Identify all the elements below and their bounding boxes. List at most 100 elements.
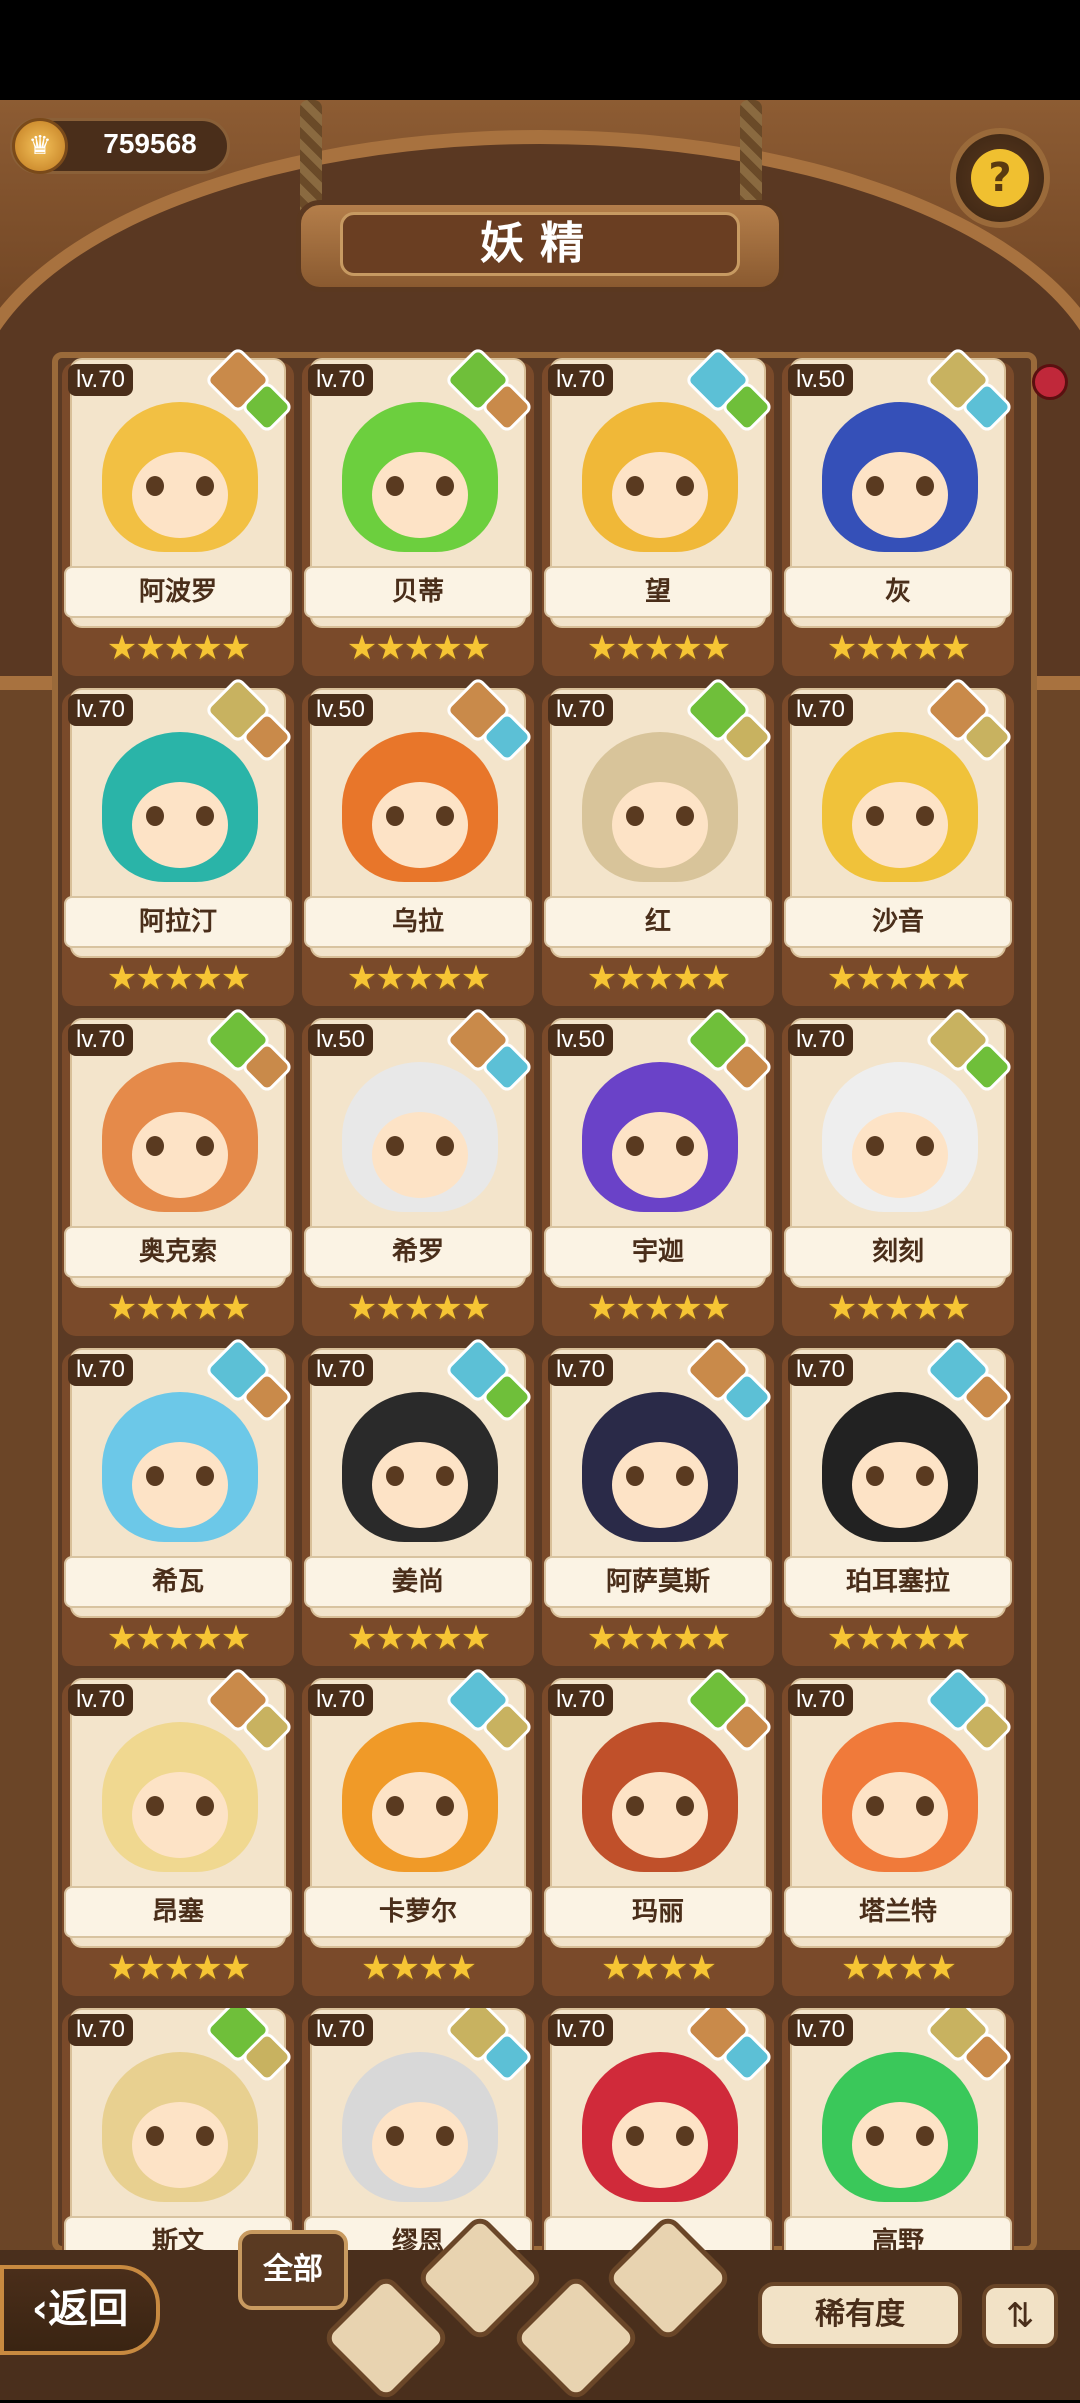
fairy-name: 阿拉汀 [64,896,292,948]
fairy-portrait [342,2052,498,2202]
fairy-eyes [386,1466,454,1486]
fairy-name: 宇迦 [544,1226,772,1278]
fairy-card[interactable]: lv.50 乌拉 ★★★★★ [302,676,534,1006]
fairy-name: 乌拉 [304,896,532,948]
status-bar-area [0,0,1080,100]
fairy-name: 红 [544,896,772,948]
fairy-eyes [866,806,934,826]
level-badge: lv.70 [548,2014,613,2046]
star-rating: ★★★★★ [826,958,971,998]
level-badge: lv.70 [788,2014,853,2046]
fairy-eyes [146,1466,214,1486]
fairy-card[interactable]: lv.70 玛丽 ★★★★ [542,1666,774,1996]
level-badge: lv.70 [788,1684,853,1716]
star-rating: ★★★★★ [826,1288,971,1328]
fairy-portrait [102,2052,258,2202]
fairy-card[interactable]: lv.70 卡萝尔 ★★★★ [302,1666,534,1996]
fairy-card[interactable]: lv.70 阿拉汀 ★★★★★ [62,676,294,1006]
fairy-eyes [386,1796,454,1816]
level-badge: lv.70 [788,694,853,726]
fairy-name: 珀耳塞拉 [784,1556,1012,1608]
fairy-portrait [342,732,498,882]
ladybug-badge-icon[interactable] [1032,364,1068,400]
fairy-eyes [146,1796,214,1816]
fairy-card[interactable]: lv.70 阿萨莫斯 ★★★★★ [542,1336,774,1666]
fairy-portrait [822,1722,978,1872]
fairy-portrait [102,1062,258,1212]
fairy-card[interactable]: lv.70多 [542,2008,774,2250]
fairy-name: 希罗 [304,1226,532,1278]
fairy-portrait [582,402,738,552]
fairy-card[interactable]: lv.70 望 ★★★★★ [542,346,774,676]
fairy-eyes [866,2126,934,2146]
fairy-card[interactable]: lv.70 斯文 [62,2008,294,2250]
fairy-card[interactable]: lv.70 奥克索 ★★★★★ [62,1006,294,1336]
fairy-card[interactable]: lv.70 高野 [782,2008,1014,2250]
level-badge: lv.70 [68,1684,133,1716]
fairy-portrait [822,1062,978,1212]
fairy-portrait [822,402,978,552]
fairy-name: 灰 [784,566,1012,618]
back-label: 返回 [48,2286,129,2332]
fairy-portrait [582,1722,738,1872]
rarity-sort-button[interactable]: 稀有度 [758,2282,962,2348]
fairy-portrait [582,1062,738,1212]
fairy-portrait [102,1722,258,1872]
level-badge: lv.70 [548,1684,613,1716]
page-title: 妖精 [340,212,740,276]
star-rating: ★★★★ [841,1948,957,1988]
fairy-card[interactable]: lv.70 沙音 ★★★★★ [782,676,1014,1006]
fairy-card[interactable]: lv.50 希罗 ★★★★★ [302,1006,534,1336]
fairy-eyes [386,2126,454,2146]
fairy-eyes [386,806,454,826]
fairy-name: 刻刻 [784,1226,1012,1278]
fairy-portrait [342,1392,498,1542]
star-rating: ★★★★★ [586,1618,731,1658]
fairy-card[interactable]: lv.70 珀耳塞拉 ★★★★★ [782,1336,1014,1666]
level-badge: lv.70 [68,1354,133,1386]
fairy-card[interactable]: lv.50 宇迦 ★★★★★ [542,1006,774,1336]
fairy-card[interactable]: lv.70 红 ★★★★★ [542,676,774,1006]
star-rating: ★★★★★ [106,1288,251,1328]
fairy-eyes [146,806,214,826]
star-rating: ★★★★★ [106,958,251,998]
fairy-name: 姜尚 [304,1556,532,1608]
fairy-name: 高野 [784,2216,1012,2250]
star-rating: ★★★★★ [106,628,251,668]
fairy-name: 塔兰特 [784,1886,1012,1938]
fairy-portrait [582,2052,738,2202]
fairy-card[interactable]: lv.70 阿波罗 ★★★★★ [62,346,294,676]
level-badge: lv.50 [308,694,373,726]
star-rating: ★★★★ [601,1948,717,1988]
fairy-portrait [102,1392,258,1542]
star-rating: ★★★★★ [106,1948,251,1988]
fairy-portrait [102,402,258,552]
coin-value: 759568 [103,128,197,159]
fairy-card[interactable]: lv.70 希瓦 ★★★★★ [62,1336,294,1666]
star-rating: ★★★★★ [346,628,491,668]
filter-all-button[interactable]: 全部 [238,2230,348,2310]
level-badge: lv.70 [68,694,133,726]
fairy-card[interactable]: lv.70 贝蒂 ★★★★★ [302,346,534,676]
fairy-eyes [866,1466,934,1486]
star-rating: ★★★★★ [346,1618,491,1658]
fairy-card[interactable]: lv.50 灰 ★★★★★ [782,346,1014,676]
back-button[interactable]: ‹返回 [0,2265,160,2355]
star-rating: ★★★★★ [586,628,731,668]
fairy-eyes [866,1796,934,1816]
fairy-card[interactable]: lv.70 刻刻 ★★★★★ [782,1006,1014,1336]
fairy-card[interactable]: lv.70 昂塞 ★★★★★ [62,1666,294,1996]
fairy-name: 沙音 [784,896,1012,948]
fairy-eyes [626,1466,694,1486]
fairy-card[interactable]: lv.70 姜尚 ★★★★★ [302,1336,534,1666]
fairy-card[interactable]: lv.70 缪恩 [302,2008,534,2250]
fairy-name: 昂塞 [64,1886,292,1938]
sort-order-icon[interactable]: ⇅ [982,2284,1058,2348]
fairy-card[interactable]: lv.70 塔兰特 ★★★★ [782,1666,1014,1996]
level-badge: lv.70 [308,364,373,396]
fairy-eyes [146,2126,214,2146]
fairy-name: 阿波罗 [64,566,292,618]
fairy-name: 卡萝尔 [304,1886,532,1938]
fairy-name: 望 [544,566,772,618]
help-button[interactable]: ? [950,128,1050,228]
